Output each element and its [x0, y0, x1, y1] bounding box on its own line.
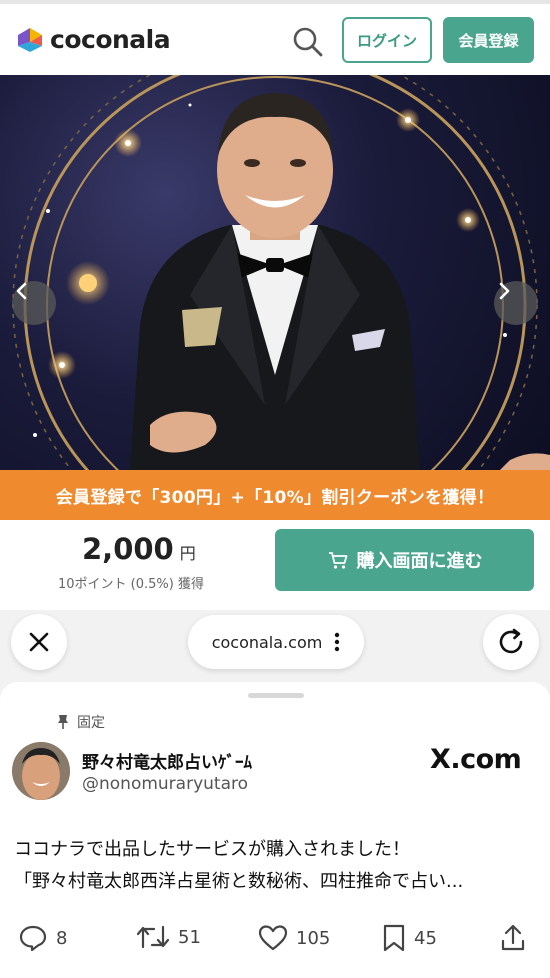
close-button[interactable] — [11, 614, 67, 670]
heart-icon — [258, 925, 288, 951]
tweet-actions: 8 51 105 45 — [0, 918, 550, 958]
purchase-button-label: 購入画面に進む — [356, 551, 483, 572]
close-icon — [29, 632, 49, 652]
pinned-label: 固定 — [77, 715, 105, 731]
login-button[interactable]: ログイン — [342, 17, 432, 63]
tweet-text: ココナラで出品したサービスが購入されました！ 「野々村竜太郎西洋占星術と数秘術、… — [14, 834, 544, 898]
price-unit: 円 — [179, 544, 196, 563]
url-text: coconala.com — [211, 632, 323, 652]
url-bar[interactable]: coconala.com — [188, 615, 364, 669]
coupon-banner[interactable]: 会員登録で「300円」+「10%」割引クーポンを獲得！ — [0, 470, 550, 520]
display-name[interactable]: 野々村竜太郎占いｹﾞｰﾑ — [82, 748, 252, 773]
retweet-icon — [136, 925, 170, 949]
share-icon — [501, 924, 525, 951]
register-button[interactable]: 会員登録 — [443, 17, 534, 63]
reload-button[interactable] — [483, 614, 539, 670]
avatar[interactable] — [12, 742, 70, 800]
bookmark-count: 45 — [414, 927, 437, 949]
bookmark-icon — [383, 924, 405, 952]
hero-image — [0, 75, 550, 470]
search-icon — [293, 27, 323, 57]
retweet-action[interactable]: 51 — [136, 924, 201, 950]
pin-icon — [58, 715, 68, 729]
price-section: 2,000 円 10ポイント (0.5%) 獲得 購入画面に進む — [0, 520, 550, 610]
points-text: 10ポイント (0.5%) 獲得 — [58, 577, 204, 592]
purchase-button[interactable]: 購入画面に進む — [275, 529, 534, 591]
cart-icon — [328, 552, 347, 569]
sheet-grabber[interactable] — [248, 693, 304, 698]
user-handle[interactable]: @nonomuraryutaro — [82, 774, 248, 794]
price: 2,000 円 — [82, 532, 196, 566]
bookmark-action[interactable]: 45 — [382, 924, 437, 952]
price-value: 2,000 — [82, 532, 174, 566]
avatar-image — [12, 742, 70, 800]
chevron-right-icon — [499, 282, 510, 300]
coconala-logo[interactable]: coconala — [16, 25, 171, 54]
like-count: 105 — [296, 927, 331, 949]
more-options-icon[interactable] — [334, 632, 340, 652]
reload-icon — [499, 628, 523, 654]
coconala-logo-mark-icon — [16, 26, 44, 54]
pinned-indicator: 固定 — [57, 712, 105, 732]
carousel-next-button[interactable] — [494, 281, 538, 325]
hero-illustration — [12, 75, 550, 470]
carousel-prev-button[interactable] — [12, 281, 56, 325]
retweet-count: 51 — [178, 926, 201, 948]
tweet-text-line-2: 「野々村竜太郎西洋占星術と数秘術、四柱推命で占い... — [14, 871, 464, 892]
chevron-left-icon — [16, 282, 27, 300]
reply-icon — [19, 925, 47, 952]
x-com-logo[interactable]: X.com — [430, 744, 522, 775]
tweet-text-line-1: ココナラで出品したサービスが購入されました！ — [14, 839, 410, 860]
reply-count: 8 — [56, 927, 68, 949]
logo-text: coconala — [50, 25, 171, 54]
tweet-preview-sheet: 固定 野々村竜太郎占いｹﾞｰﾑ @nonomuraryutaro X.com コ… — [0, 682, 550, 978]
browser-toolbar: coconala.com — [0, 610, 550, 680]
share-action[interactable] — [500, 924, 526, 952]
site-header: coconala ログイン 会員登録 — [0, 0, 550, 75]
like-action[interactable]: 105 — [258, 924, 330, 952]
reply-action[interactable]: 8 — [18, 924, 67, 952]
search-button[interactable] — [290, 24, 326, 60]
